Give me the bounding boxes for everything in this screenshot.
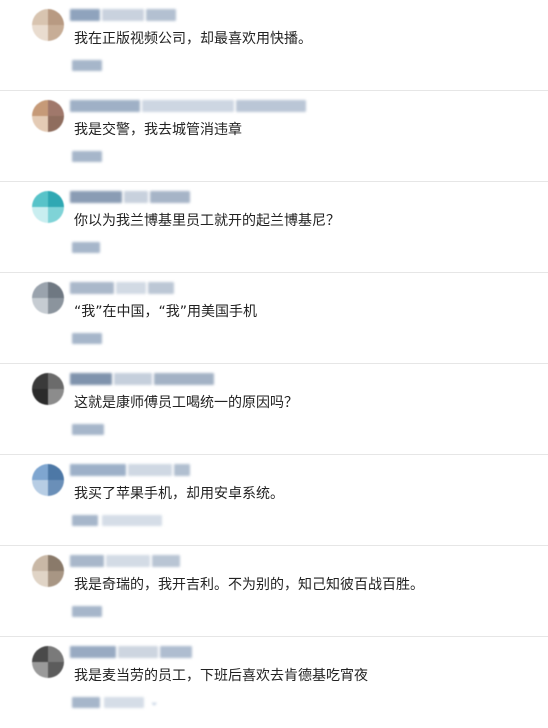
- comment-text: 你以为我兰博基里员工就开的起兰博基尼？: [74, 213, 340, 229]
- comment-item: 你以为我兰博基里员工就开的起兰博基尼？: [0, 182, 548, 273]
- avatar[interactable]: [32, 464, 64, 496]
- avatar[interactable]: [32, 373, 64, 405]
- comment-meta-blurred[interactable]: [72, 422, 104, 436]
- avatar[interactable]: [32, 9, 64, 41]
- comment-meta-blurred[interactable]: [72, 331, 102, 345]
- comment-text: “我”在中国，“我”用美国手机: [74, 304, 258, 320]
- comment-text: 我是交警，我去城管消违章: [74, 122, 242, 138]
- avatar[interactable]: [32, 555, 64, 587]
- comment-item: 我是麦当劳的员工，下班后喜欢去肯德基吃宵夜 ⌄: [0, 637, 548, 728]
- comment-meta-blurred[interactable]: [72, 513, 162, 527]
- username-blurred[interactable]: [70, 372, 214, 386]
- avatar[interactable]: [32, 282, 64, 314]
- comment-meta-blurred[interactable]: [72, 604, 102, 618]
- comment-text: 我买了苹果手机，却用安卓系统。: [74, 486, 284, 502]
- chevron-down-icon[interactable]: ⌄: [150, 697, 158, 708]
- comment-item: 我在正版视频公司，却最喜欢用快播。: [0, 0, 548, 91]
- username-blurred[interactable]: [70, 281, 174, 295]
- avatar[interactable]: [32, 100, 64, 132]
- comment-text: 我在正版视频公司，却最喜欢用快播。: [74, 31, 312, 47]
- comment-text: 这就是康师傅员工喝统一的原因吗？: [74, 395, 298, 411]
- username-blurred[interactable]: [70, 554, 180, 568]
- username-blurred[interactable]: [70, 463, 190, 477]
- comment-item: 这就是康师傅员工喝统一的原因吗？: [0, 364, 548, 455]
- comment-meta-blurred[interactable]: ⌄: [72, 695, 158, 709]
- username-blurred[interactable]: [70, 8, 176, 22]
- comment-text: 我是奇瑞的，我开吉利。不为别的，知己知彼百战百胜。: [74, 577, 424, 593]
- comment-item: 我是交警，我去城管消违章: [0, 91, 548, 182]
- comment-meta-blurred[interactable]: [72, 58, 102, 72]
- comment-text: 我是麦当劳的员工，下班后喜欢去肯德基吃宵夜: [74, 668, 368, 684]
- username-blurred[interactable]: [70, 645, 192, 659]
- avatar[interactable]: [32, 191, 64, 223]
- comment-item: 我买了苹果手机，却用安卓系统。: [0, 455, 548, 546]
- comment-meta-blurred[interactable]: [72, 240, 100, 254]
- comment-item: 我是奇瑞的，我开吉利。不为别的，知己知彼百战百胜。: [0, 546, 548, 637]
- username-blurred[interactable]: [70, 190, 190, 204]
- comment-item: “我”在中国，“我”用美国手机: [0, 273, 548, 364]
- avatar[interactable]: [32, 646, 64, 678]
- username-blurred[interactable]: [70, 99, 306, 113]
- comment-list: 我在正版视频公司，却最喜欢用快播。 我是交警，我去城管消违章你以为我兰博基里员工就…: [0, 0, 548, 727]
- comment-meta-blurred[interactable]: [72, 149, 102, 163]
